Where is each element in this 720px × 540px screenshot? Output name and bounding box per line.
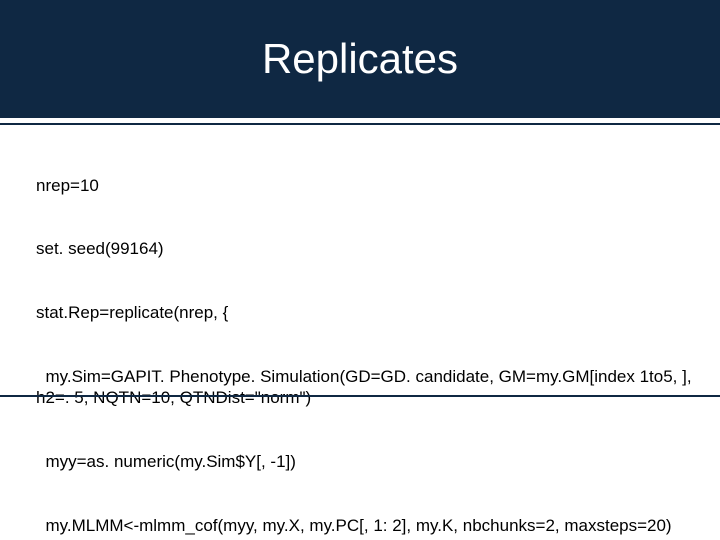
- divider-bottom: [0, 395, 720, 397]
- code-line: my.Sim=GAPIT. Phenotype. Simulation(GD=G…: [36, 366, 710, 409]
- slide: Replicates nrep=10 set. seed(99164) stat…: [0, 0, 720, 540]
- code-block: nrep=10 set. seed(99164) stat.Rep=replic…: [36, 132, 710, 540]
- code-line: stat.Rep=replicate(nrep, {: [36, 302, 710, 323]
- code-line: set. seed(99164): [36, 238, 710, 259]
- title-band: Replicates: [0, 0, 720, 118]
- code-line: nrep=10: [36, 175, 710, 196]
- code-line: my.MLMM<-mlmm_cof(myy, my.X, my.PC[, 1: …: [36, 515, 710, 536]
- slide-title: Replicates: [262, 35, 458, 83]
- code-line: myy=as. numeric(my.Sim$Y[, -1]): [36, 451, 710, 472]
- divider-top: [0, 123, 720, 125]
